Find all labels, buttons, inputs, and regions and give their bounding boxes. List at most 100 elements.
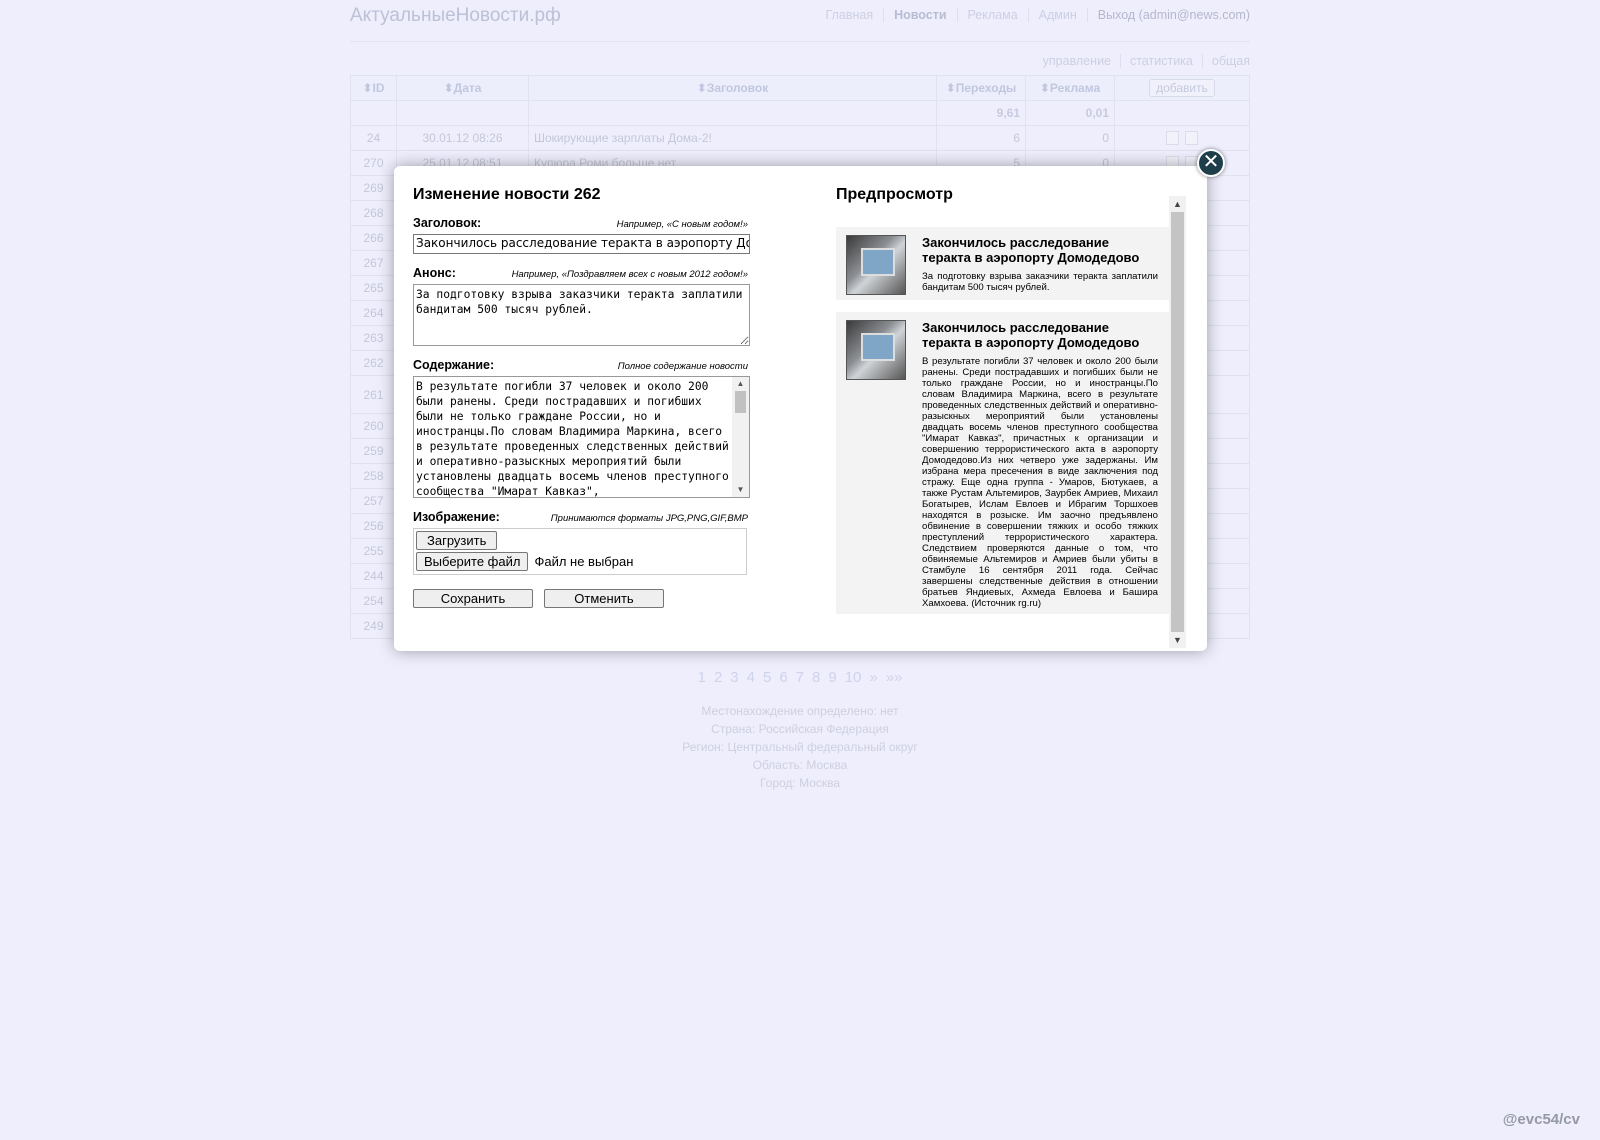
scroll-up-icon[interactable]: ▲ (1169, 196, 1186, 212)
cancel-button[interactable]: Отменить (544, 589, 664, 608)
col-header-actions: добавить (1114, 75, 1250, 101)
nav-item-ads[interactable]: Реклама (956, 8, 1028, 22)
page-link[interactable]: 3 (730, 669, 738, 686)
add-news-button[interactable]: добавить (1149, 79, 1215, 97)
upload-box: Загрузить Выберите файл Файл не выбран (413, 528, 747, 575)
scroll-down-icon[interactable]: ▼ (1169, 632, 1186, 648)
cell-id: 24 (350, 125, 397, 151)
preview-content: Предпросмотр Закончилось расследование т… (836, 186, 1173, 614)
credit-watermark: @evc54/cv (1502, 1111, 1580, 1128)
cell-id: 265 (350, 275, 397, 301)
page-link[interactable]: »» (886, 669, 903, 686)
scroll-thumb[interactable] (735, 391, 746, 413)
cell-id: 259 (350, 438, 397, 464)
close-icon: ✕ (1202, 151, 1220, 173)
pagination: 1 2 3 4 5 6 7 8 9 10»»» (0, 669, 1600, 686)
edit-form: Изменение новости 262 Заголовок: Наприме… (413, 186, 750, 608)
col-header-ads[interactable]: ⬍Реклама (1025, 75, 1115, 101)
preview-card-title[interactable]: Закончилось расследование теракта в аэро… (922, 235, 1158, 265)
edit-news-modal: Изменение новости 262 Заголовок: Наприме… (394, 166, 1207, 651)
col-header-clicks[interactable]: ⬍Переходы (936, 75, 1026, 101)
total-ads: 0,01 (1025, 100, 1115, 126)
geo-country: Страна: Российская Федерация (711, 722, 889, 736)
table-row[interactable]: 24 30.01.12 08:26 Шокирующие зарплаты Дома… (350, 125, 1250, 151)
save-button[interactable]: Сохранить (413, 589, 533, 608)
cell-ads: 0 (1025, 125, 1115, 151)
col-header-id[interactable]: ⬍ID (350, 75, 397, 101)
cell-id: 260 (350, 413, 397, 439)
page-link[interactable]: 5 (763, 669, 771, 686)
page-link[interactable]: 2 (714, 669, 722, 686)
teaser-textarea[interactable]: За подготовку взрыва заказчики теракта з… (413, 284, 750, 346)
upload-button[interactable]: Загрузить (416, 531, 498, 550)
preview-card-full-text: В результате погибли 37 человек и около … (922, 356, 1158, 609)
col-header-date[interactable]: ⬍Дата (396, 75, 529, 101)
cell-actions (1114, 125, 1250, 151)
subnav-manage[interactable]: управление (1034, 54, 1120, 68)
logout-link[interactable]: Выход (admin@news.com) (1086, 8, 1250, 22)
page-link[interactable]: 9 (828, 669, 836, 686)
image-field-head: Изображение: Принимаются форматы JPG,PNG… (413, 510, 748, 524)
content-textarea-wrap: В результате погибли 37 человек и около … (413, 376, 750, 498)
scroll-down-icon[interactable]: ▼ (732, 483, 749, 497)
modal-title: Изменение новости 262 (413, 186, 601, 203)
preview-card-teaser: Закончилось расследование теракта в аэро… (836, 227, 1173, 300)
teaser-label: Анонс: (413, 266, 456, 280)
cell-id: 258 (350, 463, 397, 489)
page-link[interactable]: 7 (796, 669, 804, 686)
nav-item-admin[interactable]: Админ (1027, 8, 1087, 22)
geo-region: Регион: Центральный федеральный округ (682, 740, 918, 754)
cell-id: 267 (350, 250, 397, 276)
geo-info: Местонахождение определено: нет Страна: … (0, 702, 1600, 792)
site-title[interactable]: АктуальныеНовости.рф (350, 5, 561, 27)
file-row: Выберите файл Файл не выбран (416, 552, 744, 571)
cell-id: 254 (350, 588, 397, 614)
header-divider (350, 41, 1250, 42)
page-link[interactable]: 10 (845, 669, 862, 686)
table-header-row: ⬍ID ⬍Дата ⬍Заголовок ⬍Переходы ⬍Реклама … (350, 75, 1250, 101)
page-link[interactable]: 8 (812, 669, 820, 686)
sub-nav: управление статистика общая (1034, 54, 1250, 68)
geo-city: Город: Москва (759, 776, 841, 790)
news-photo-icon (846, 235, 906, 295)
delete-icon[interactable] (1185, 131, 1198, 146)
col-header-title[interactable]: ⬍Заголовок (528, 75, 937, 101)
content-scrollbar[interactable]: ▲ ▼ (732, 377, 749, 497)
top-nav: Главная Новости Реклама Админ Выход (adm… (816, 8, 1250, 22)
page-link[interactable]: 6 (779, 669, 787, 686)
form-actions: Сохранить Отменить (413, 589, 748, 608)
cell-id: 270 (350, 150, 397, 176)
headline-input[interactable]: Закончилось расследование теракта в аэро… (413, 234, 750, 254)
edit-icon[interactable] (1166, 131, 1179, 146)
no-file-text: Файл не выбран (534, 554, 634, 569)
content-textarea[interactable]: В результате погибли 37 человек и около … (414, 377, 732, 497)
subnav-general[interactable]: общая (1201, 54, 1250, 68)
teaser-field-head: Анонс: Например, «Поздравляем всех с нов… (413, 266, 748, 280)
headline-field-head: Заголовок: Например, «С новым годом!» (413, 216, 748, 230)
image-hint: Принимаются форматы JPG,PNG,GIF,BMP (550, 513, 748, 524)
page-link[interactable]: 1 (698, 669, 706, 686)
geo-oblast: Область: Москва (752, 758, 848, 772)
scroll-thumb[interactable] (1171, 212, 1184, 632)
totals-row: 9,61 0,01 (350, 100, 1250, 126)
subnav-stats[interactable]: статистика (1120, 54, 1202, 68)
scroll-up-icon[interactable]: ▲ (732, 377, 749, 391)
content-field-head: Содержание: Полное содержание новости (413, 358, 748, 372)
page-link[interactable]: 4 (747, 669, 755, 686)
nav-item-news[interactable]: Новости (883, 8, 956, 22)
cell-id: 264 (350, 300, 397, 326)
preview-card-title[interactable]: Закончилось расследование теракта в аэро… (922, 320, 1158, 350)
sort-icon: ⬍ (1039, 81, 1050, 95)
preview-scrollbar[interactable]: ▲ ▼ (1169, 196, 1186, 648)
page-link[interactable]: » (869, 669, 877, 686)
choose-file-button[interactable]: Выберите файл (416, 552, 529, 571)
close-modal-button[interactable]: ✕ (1197, 149, 1225, 177)
sort-icon: ⬍ (696, 81, 707, 95)
news-photo-icon (846, 320, 906, 380)
cell-id: 266 (350, 225, 397, 251)
cell-title: Шокирующие зарплаты Дома-2! (528, 125, 937, 151)
nav-item-home[interactable]: Главная (816, 8, 884, 22)
preview-scroll-area[interactable]: Предпросмотр Закончилось расследование т… (836, 186, 1186, 636)
sort-icon: ⬍ (945, 81, 956, 95)
cell-id: 261 (350, 375, 397, 414)
